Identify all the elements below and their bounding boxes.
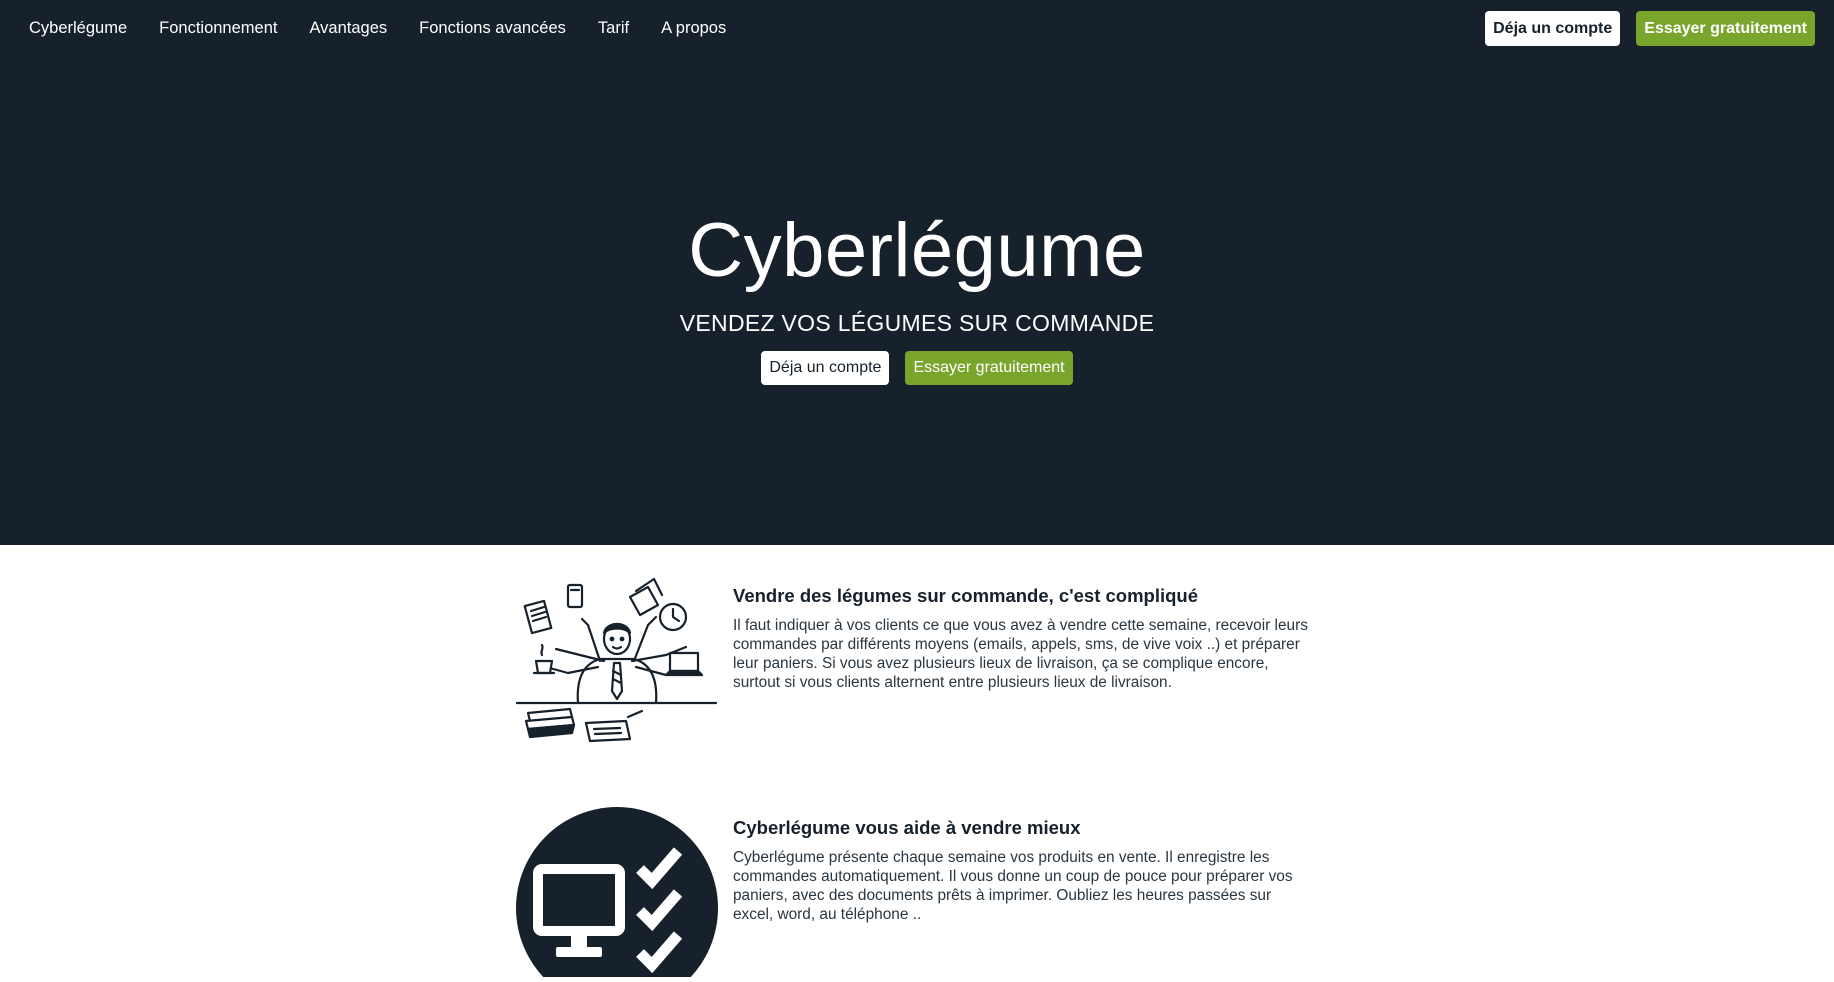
feature-description-line: Cyberlégume présente chaque semaine vos … <box>733 849 1270 866</box>
busy-multitasking-man-icon <box>515 575 718 745</box>
top-navbar: Cyberlégume Fonctionnement Avantages Fon… <box>0 0 1834 56</box>
hero-login-button[interactable]: Déja un compte <box>761 351 890 385</box>
feature-description-line: paniers, avec des documents prêts à impr… <box>733 887 1272 904</box>
hero-section: Cyberlégume VENDEZ VOS LÉGUMES SUR COMMA… <box>0 56 1834 545</box>
hero-subtitle: VENDEZ VOS LÉGUMES SUR COMMANDE <box>679 310 1155 336</box>
nav-links: Cyberlégume Fonctionnement Avantages Fon… <box>13 0 742 56</box>
feature-description-line: surtout si vous clients alternent entre … <box>733 674 1172 691</box>
feature-text: Cyberlégume vous aide à vendre mieux Cyb… <box>733 807 1323 924</box>
feature-description-line: leur paniers. Si vous avez plusieurs lie… <box>733 655 1269 672</box>
nav-link-home[interactable]: Cyberlégume <box>13 19 143 38</box>
feature-description-line: Il faut indiquer à vos clients ce que vo… <box>733 617 1308 634</box>
feature-description-line: excel, word, au téléphone .. <box>733 906 922 923</box>
hero-trial-button[interactable]: Essayer gratuitement <box>905 351 1073 385</box>
feature-title: Cyberlégume vous aide à vendre mieux <box>733 817 1081 838</box>
feature-description-line: commandes automatiquement. Il vous donne… <box>733 868 1293 885</box>
nav-link-fonctions-avancees[interactable]: Fonctions avancées <box>403 19 582 38</box>
hero-title: Cyberlégume <box>688 208 1146 293</box>
feature-description: Cyberlégume présente chaque semaine vos … <box>733 848 1323 924</box>
feature-text: Vendre des légumes sur commande, c'est c… <box>733 575 1323 692</box>
nav-login-button[interactable]: Déja un compte <box>1485 11 1621 46</box>
computer-checklist-icon <box>516 807 718 982</box>
feature-description: Il faut indiquer à vos clients ce que vo… <box>733 616 1323 692</box>
nav-link-fonctionnement[interactable]: Fonctionnement <box>143 19 293 38</box>
hero-buttons: Déja un compte Essayer gratuitement <box>0 351 1834 385</box>
feature-title: Vendre des légumes sur commande, c'est c… <box>733 585 1199 606</box>
nav-buttons: Déja un compte Essayer gratuitement <box>1485 11 1815 46</box>
nav-link-avantages[interactable]: Avantages <box>293 19 403 38</box>
nav-link-tarif[interactable]: Tarif <box>582 19 645 38</box>
nav-trial-button[interactable]: Essayer gratuitement <box>1636 11 1815 46</box>
feature-description-line: commandes par différents moyens (emails,… <box>733 636 1300 653</box>
nav-link-a-propos[interactable]: A propos <box>645 19 742 38</box>
